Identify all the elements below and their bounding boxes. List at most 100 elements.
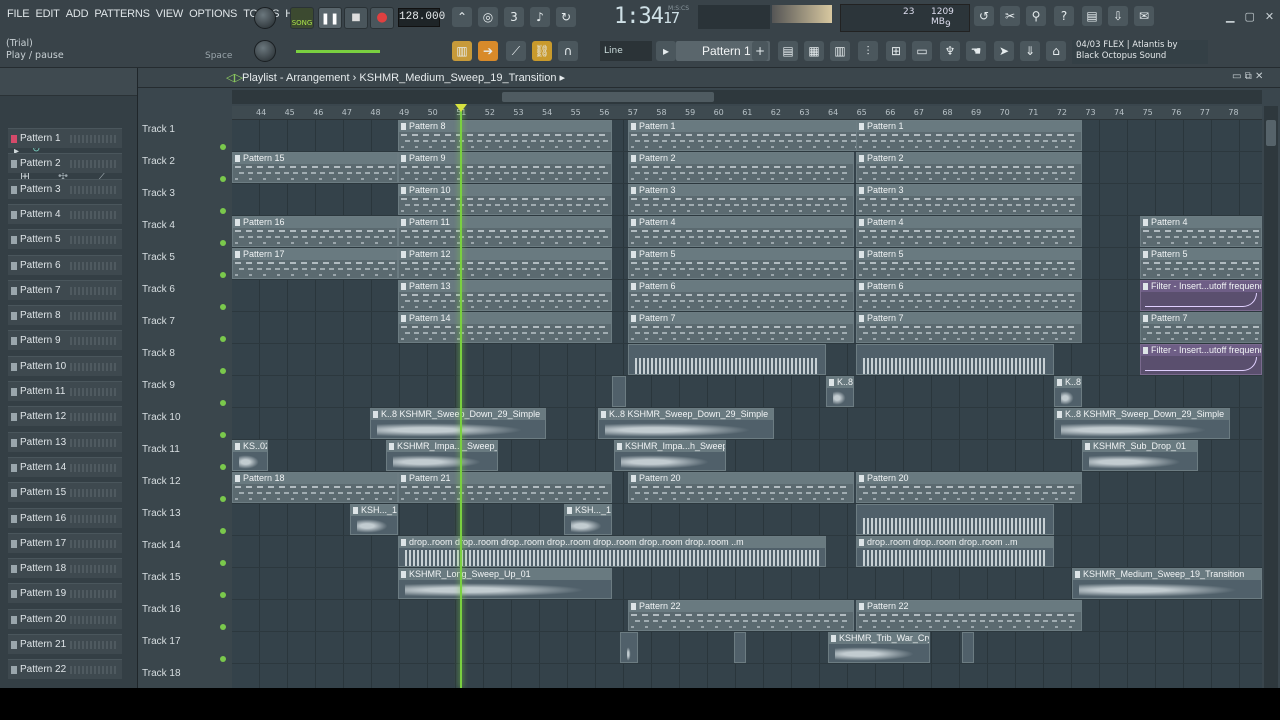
track-mute-led[interactable]: [220, 144, 226, 150]
pattern-clip[interactable]: Pattern 5: [1140, 248, 1262, 279]
audio-clip[interactable]: [856, 504, 1054, 535]
track-name[interactable]: Track 7: [142, 316, 175, 327]
pattern-clip[interactable]: Pattern 4: [856, 216, 1082, 247]
audio-clip[interactable]: KSHMR_Long_Sweep_Up_01: [398, 568, 612, 599]
pattern-list-item[interactable]: Pattern 11: [8, 381, 122, 401]
playhead-marker[interactable]: [455, 104, 467, 112]
pattern-clip[interactable]: Pattern 17: [232, 248, 398, 279]
pattern-list-item[interactable]: Pattern 16: [8, 507, 122, 528]
pattern-clip[interactable]: Pattern 22: [856, 600, 1082, 631]
pattern-prev-icon[interactable]: ▸: [656, 41, 676, 61]
render-icon[interactable]: ⇩: [1108, 6, 1128, 26]
track-name[interactable]: Track 2: [142, 156, 175, 167]
pattern-clip[interactable]: Pattern 20: [856, 472, 1082, 503]
audio-clip[interactable]: drop..room drop..room drop..room ..m: [856, 536, 1054, 567]
pattern-clip[interactable]: Pattern 7: [628, 312, 854, 343]
pattern-list-item[interactable]: Pattern 12: [8, 406, 122, 427]
track-name[interactable]: Track 8: [142, 348, 175, 359]
plugin-picker-icon[interactable]: ▭: [912, 41, 932, 61]
pattern-clip[interactable]: Pattern 21: [398, 472, 612, 503]
track-mute-led[interactable]: [220, 400, 226, 406]
pattern-list-item[interactable]: Pattern 6: [8, 254, 122, 275]
playlist-nav-icon[interactable]: ◁▷: [226, 71, 243, 84]
blend-notes-icon[interactable]: ♪: [530, 7, 550, 27]
pattern-list-item[interactable]: Pattern 18: [8, 558, 122, 579]
audio-clip[interactable]: [620, 632, 638, 663]
audio-clip[interactable]: KSHMR_Impa...h_Sweep_02: [614, 440, 726, 471]
menu-item[interactable]: OPTIONS: [186, 8, 240, 20]
track-name[interactable]: Track 11: [142, 444, 180, 455]
audio-clip[interactable]: [962, 632, 974, 663]
pattern-list-item[interactable]: Pattern 1: [8, 128, 122, 148]
playhead[interactable]: [460, 106, 462, 688]
pattern-list-item[interactable]: Pattern 10: [8, 355, 122, 376]
save-icon[interactable]: ▤: [1082, 6, 1102, 26]
pattern-clip[interactable]: Pattern 12: [398, 248, 612, 279]
track-name[interactable]: Track 5: [142, 252, 175, 263]
track-mute-led[interactable]: [220, 656, 226, 662]
vscroll-thumb[interactable]: [1266, 120, 1276, 146]
track-name[interactable]: Track 15: [142, 572, 181, 583]
tempo-display[interactable]: 128.000: [398, 8, 445, 27]
stop-button[interactable]: ■: [344, 7, 368, 29]
track-mute-led[interactable]: [220, 272, 226, 278]
audio-clip[interactable]: KSH..._10: [564, 504, 612, 535]
track-mute-led[interactable]: [220, 624, 226, 630]
pattern-clip[interactable]: Pattern 16: [232, 216, 398, 247]
pattern-list-item[interactable]: Pattern 22: [8, 659, 122, 680]
vertical-scrollbar[interactable]: [1264, 106, 1278, 688]
audio-clip[interactable]: KS..02: [232, 440, 268, 471]
tempo-tapper-icon[interactable]: ♆: [940, 41, 960, 61]
track-name[interactable]: Track 18: [142, 668, 181, 679]
track-mute-led[interactable]: [220, 432, 226, 438]
pattern-clip[interactable]: Pattern 18: [232, 472, 398, 503]
record-button[interactable]: ●: [370, 7, 394, 29]
track-mute-led[interactable]: [220, 336, 226, 342]
countdown-icon[interactable]: 3: [504, 7, 524, 27]
track-name[interactable]: Track 14: [142, 540, 181, 551]
audio-clip[interactable]: [856, 344, 1054, 375]
pattern-clip[interactable]: Pattern 2: [628, 152, 854, 183]
pattern-clip[interactable]: Pattern 3: [628, 184, 854, 215]
track-name[interactable]: Track 1: [142, 124, 175, 135]
link-icon[interactable]: ⛓: [532, 41, 552, 61]
track-name[interactable]: Track 6: [142, 284, 175, 295]
pattern-list-item[interactable]: Pattern 2: [8, 153, 122, 174]
snap-selector[interactable]: Line: [600, 41, 652, 61]
pattern-list-item[interactable]: Pattern 19: [8, 583, 122, 604]
song-mode-button[interactable]: SONG: [290, 7, 314, 29]
pattern-clip[interactable]: Pattern 9: [398, 152, 612, 183]
add-pattern-icon[interactable]: +: [752, 41, 768, 61]
audio-clip[interactable]: KSHMR_Trib_War_Cry_F#: [828, 632, 930, 663]
track-name[interactable]: Track 17: [142, 636, 181, 647]
pattern-list-item[interactable]: Pattern 3: [8, 178, 122, 199]
pattern-clip[interactable]: Pattern 13: [398, 280, 612, 311]
pattern-list-item[interactable]: Pattern 17: [8, 532, 122, 553]
pattern-list-item[interactable]: Pattern 7: [8, 279, 122, 300]
mixer-icon[interactable]: ⫶: [858, 41, 878, 61]
scroll-thumb[interactable]: [502, 92, 714, 102]
master-level-slider[interactable]: [296, 50, 380, 53]
channel-rack-icon[interactable]: ▥: [830, 41, 850, 61]
pattern-clip[interactable]: Pattern 6: [628, 280, 854, 311]
track-mute-led[interactable]: [220, 496, 226, 502]
audio-clip[interactable]: KSHMR_Medium_Sweep_19_Transition: [1072, 568, 1262, 599]
audio-clip[interactable]: K..8 KSHMR_Sweep_Down_29_Simple: [598, 408, 774, 439]
track-mute-led[interactable]: [220, 176, 226, 182]
pattern-clip[interactable]: Pattern 11: [398, 216, 612, 247]
menu-item[interactable]: ADD: [63, 8, 92, 20]
audio-clip[interactable]: [628, 344, 826, 375]
undo-icon[interactable]: ↺: [974, 6, 994, 26]
audio-clip[interactable]: drop..room drop..room drop..room drop..r…: [398, 536, 826, 567]
master-volume-knob[interactable]: [254, 7, 276, 29]
metronome-icon[interactable]: ⌃: [452, 7, 472, 27]
track-name[interactable]: Track 9: [142, 380, 175, 391]
track-mute-led[interactable]: [220, 464, 226, 470]
audio-clip[interactable]: KSH..._10: [350, 504, 398, 535]
pattern-clip[interactable]: Pattern 10: [398, 184, 612, 215]
wait-input-icon[interactable]: ◎: [478, 7, 498, 27]
audio-clip[interactable]: KSHMR_Impa..._Sweep_02: [386, 440, 498, 471]
playlist-icon[interactable]: ▤: [778, 41, 798, 61]
pattern-clip[interactable]: Pattern 4: [628, 216, 854, 247]
menu-item[interactable]: PATTERNS: [91, 8, 152, 20]
